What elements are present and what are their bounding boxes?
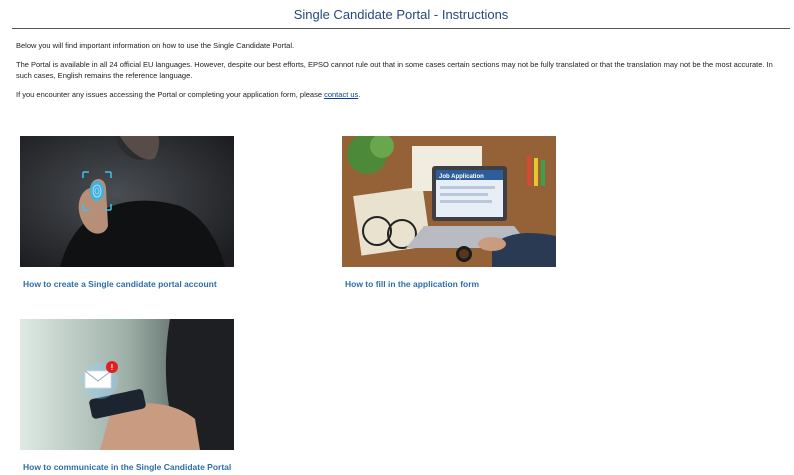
contact-us-link[interactable]: contact us (324, 90, 358, 99)
laptop-job-application-icon[interactable]: Job Application (342, 136, 556, 267)
card-create-account-caption[interactable]: How to create a Single candidate portal … (23, 279, 234, 289)
intro-paragraph-3: If you encounter any issues accessing th… (16, 89, 786, 100)
page-header: Single Candidate Portal - Instructions (12, 0, 790, 29)
intro-text-after-link: . (358, 90, 361, 99)
intro-section: Below you will find important informatio… (16, 40, 786, 108)
intro-text-before-link: If you encounter any issues accessing th… (16, 90, 325, 99)
card-communicate[interactable]: ! How to communicate in the Single Candi… (20, 319, 234, 472)
card-fill-application-caption[interactable]: How to fill in the application form (345, 279, 556, 289)
page-title: Single Candidate Portal - Instructions (293, 7, 509, 22)
intro-paragraph-1: Below you will find important informatio… (16, 41, 295, 50)
card-communicate-caption[interactable]: How to communicate in the Single Candida… (23, 462, 234, 472)
card-create-account[interactable]: How to create a Single candidate portal … (20, 136, 234, 289)
laptop-screen-text: Job Application (439, 174, 484, 180)
svg-text:!: ! (111, 363, 114, 372)
intro-paragraph-2: The Portal is available in all 24 offici… (16, 60, 773, 80)
fingerprint-scan-icon[interactable] (20, 136, 234, 267)
card-fill-application[interactable]: Job Application How to fill in the appli… (342, 136, 556, 289)
phone-email-notification-icon[interactable]: ! (20, 319, 234, 450)
